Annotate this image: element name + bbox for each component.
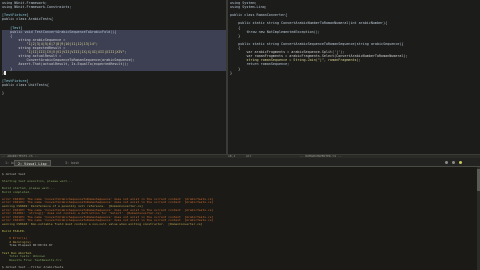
terminal-tabbar: 1: bash 2: Visual Lisp 3: bash <box>0 158 480 167</box>
tab-bash-3[interactable]: 3: bash <box>62 160 82 166</box>
left-editor-code[interactable]: using NUnit.Framework; using NUnit.Framew… <box>0 0 226 95</box>
right-editor-code[interactable]: using System; using System.Linq; public cl… <box>228 0 480 75</box>
terminal-output[interactable]: $ dotnet test Starting test execution, pl… <box>0 167 480 270</box>
left-editor-pane[interactable]: using NUnit.Framework; using NUnit.Framew… <box>0 0 226 158</box>
window-control-icon[interactable] <box>445 160 448 164</box>
code-line: } <box>2 91 5 96</box>
right-editor-pane[interactable]: using System; using System.Linq; public cl… <box>228 0 480 158</box>
tab-visual-lisp[interactable]: 2: Visual Lisp <box>14 159 51 166</box>
text-cursor <box>4 70 7 75</box>
code-line: } <box>230 70 233 75</box>
window-control-icon[interactable] <box>452 160 455 164</box>
window-control-icon[interactable] <box>459 160 462 164</box>
